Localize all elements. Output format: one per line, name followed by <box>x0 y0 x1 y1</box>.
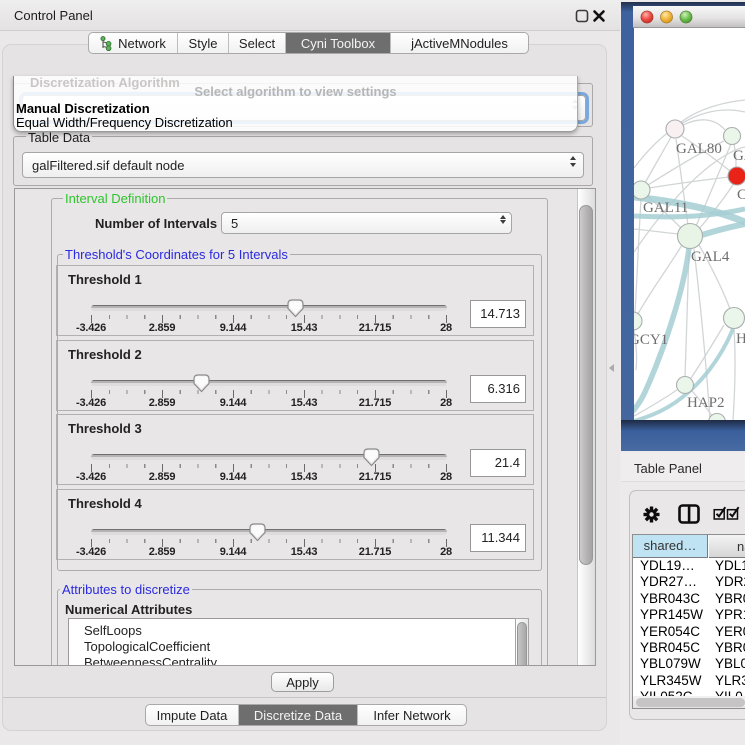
svg-text:GA: GA <box>733 148 745 164</box>
svg-text:HI: HI <box>736 331 745 347</box>
svg-text:HAP2: HAP2 <box>687 395 725 411</box>
svg-text:GAL80: GAL80 <box>676 141 722 157</box>
svg-text:GAL11: GAL11 <box>643 200 688 216</box>
svg-text:GCY1: GCY1 <box>634 332 668 348</box>
svg-text:CR: CR <box>737 187 745 203</box>
svg-text:GAL4: GAL4 <box>691 249 730 265</box>
